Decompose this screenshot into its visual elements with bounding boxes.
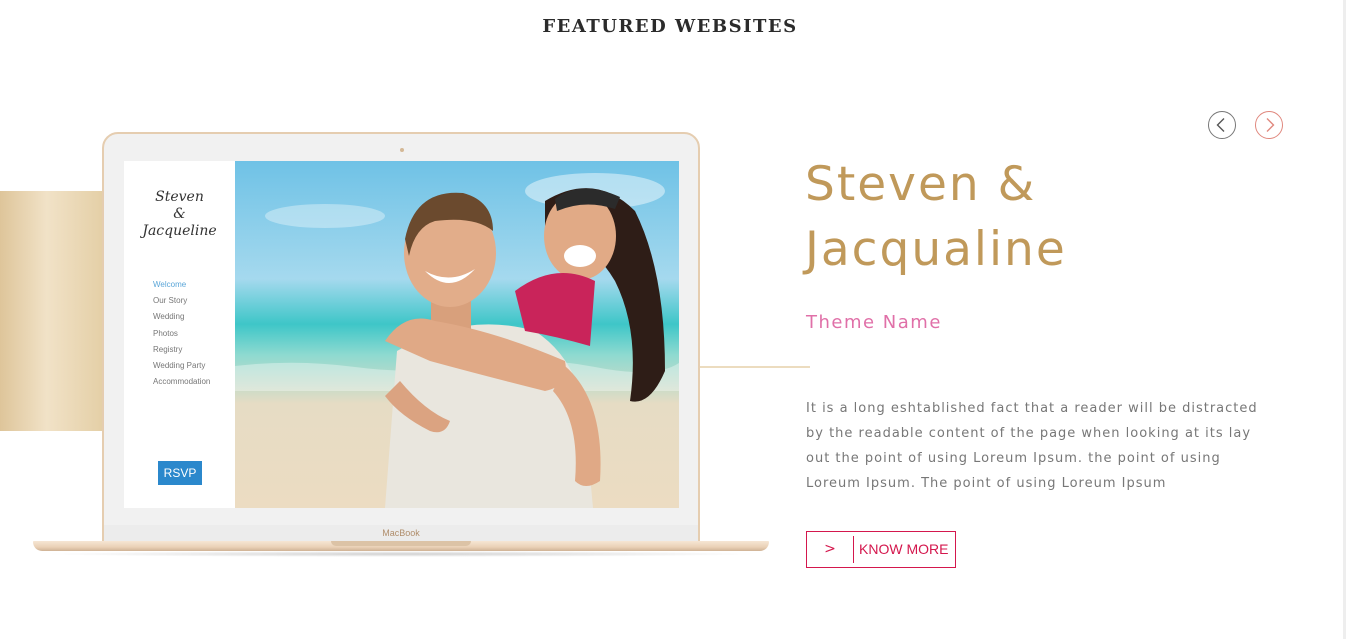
laptop-screen: Steven & Jacqueline Welcome Our Story We… xyxy=(124,161,679,508)
laptop-base-notch xyxy=(331,541,471,546)
couple-photo xyxy=(235,161,679,508)
preview-sidebar: Steven & Jacqueline Welcome Our Story We… xyxy=(124,161,235,508)
know-more-label: KNOW MORE xyxy=(859,541,949,557)
chevron-right-icon xyxy=(1266,118,1275,132)
laptop-chin: MacBook xyxy=(104,525,698,542)
preview-logo: Steven & Jacqueline xyxy=(124,189,235,240)
feature-description: It is a long eshtablished fact that a re… xyxy=(806,401,1258,491)
preview-nav-accommodation: Accommodation xyxy=(153,377,211,387)
preview-rsvp-button: RSVP xyxy=(158,461,202,485)
chevron-left-icon xyxy=(1216,118,1225,132)
chevron-right-icon: > xyxy=(824,541,836,557)
preview-nav-wedding: Wedding xyxy=(153,312,185,322)
preview-nav: Welcome Our Story Wedding Photos Registr… xyxy=(153,277,210,390)
preview-nav-welcome: Welcome xyxy=(153,280,187,289)
carousel-next-button[interactable] xyxy=(1255,111,1283,139)
laptop-camera xyxy=(400,148,404,152)
carousel-prev-button[interactable] xyxy=(1208,111,1236,139)
theme-name: Theme Name xyxy=(806,312,942,333)
know-more-button[interactable]: > KNOW MORE xyxy=(806,531,956,568)
laptop-shadow xyxy=(40,551,762,557)
section-title: FEATURED WEBSITES xyxy=(542,16,798,37)
couple-name-heading: Steven & Jacqualine xyxy=(805,157,1067,277)
preview-logo-line-3: Jacqueline xyxy=(142,223,217,239)
decorative-gold-block xyxy=(0,191,104,431)
preview-nav-our-story: Our Story xyxy=(153,296,188,306)
preview-nav-registry: Registry xyxy=(153,344,183,354)
preview-logo-line-1: Steven xyxy=(155,189,204,205)
button-separator xyxy=(853,536,854,563)
connector-line xyxy=(700,366,810,368)
preview-nav-photos: Photos xyxy=(153,328,178,338)
preview-logo-line-2: & xyxy=(173,206,186,222)
preview-nav-wedding-party: Wedding Party xyxy=(153,360,206,370)
